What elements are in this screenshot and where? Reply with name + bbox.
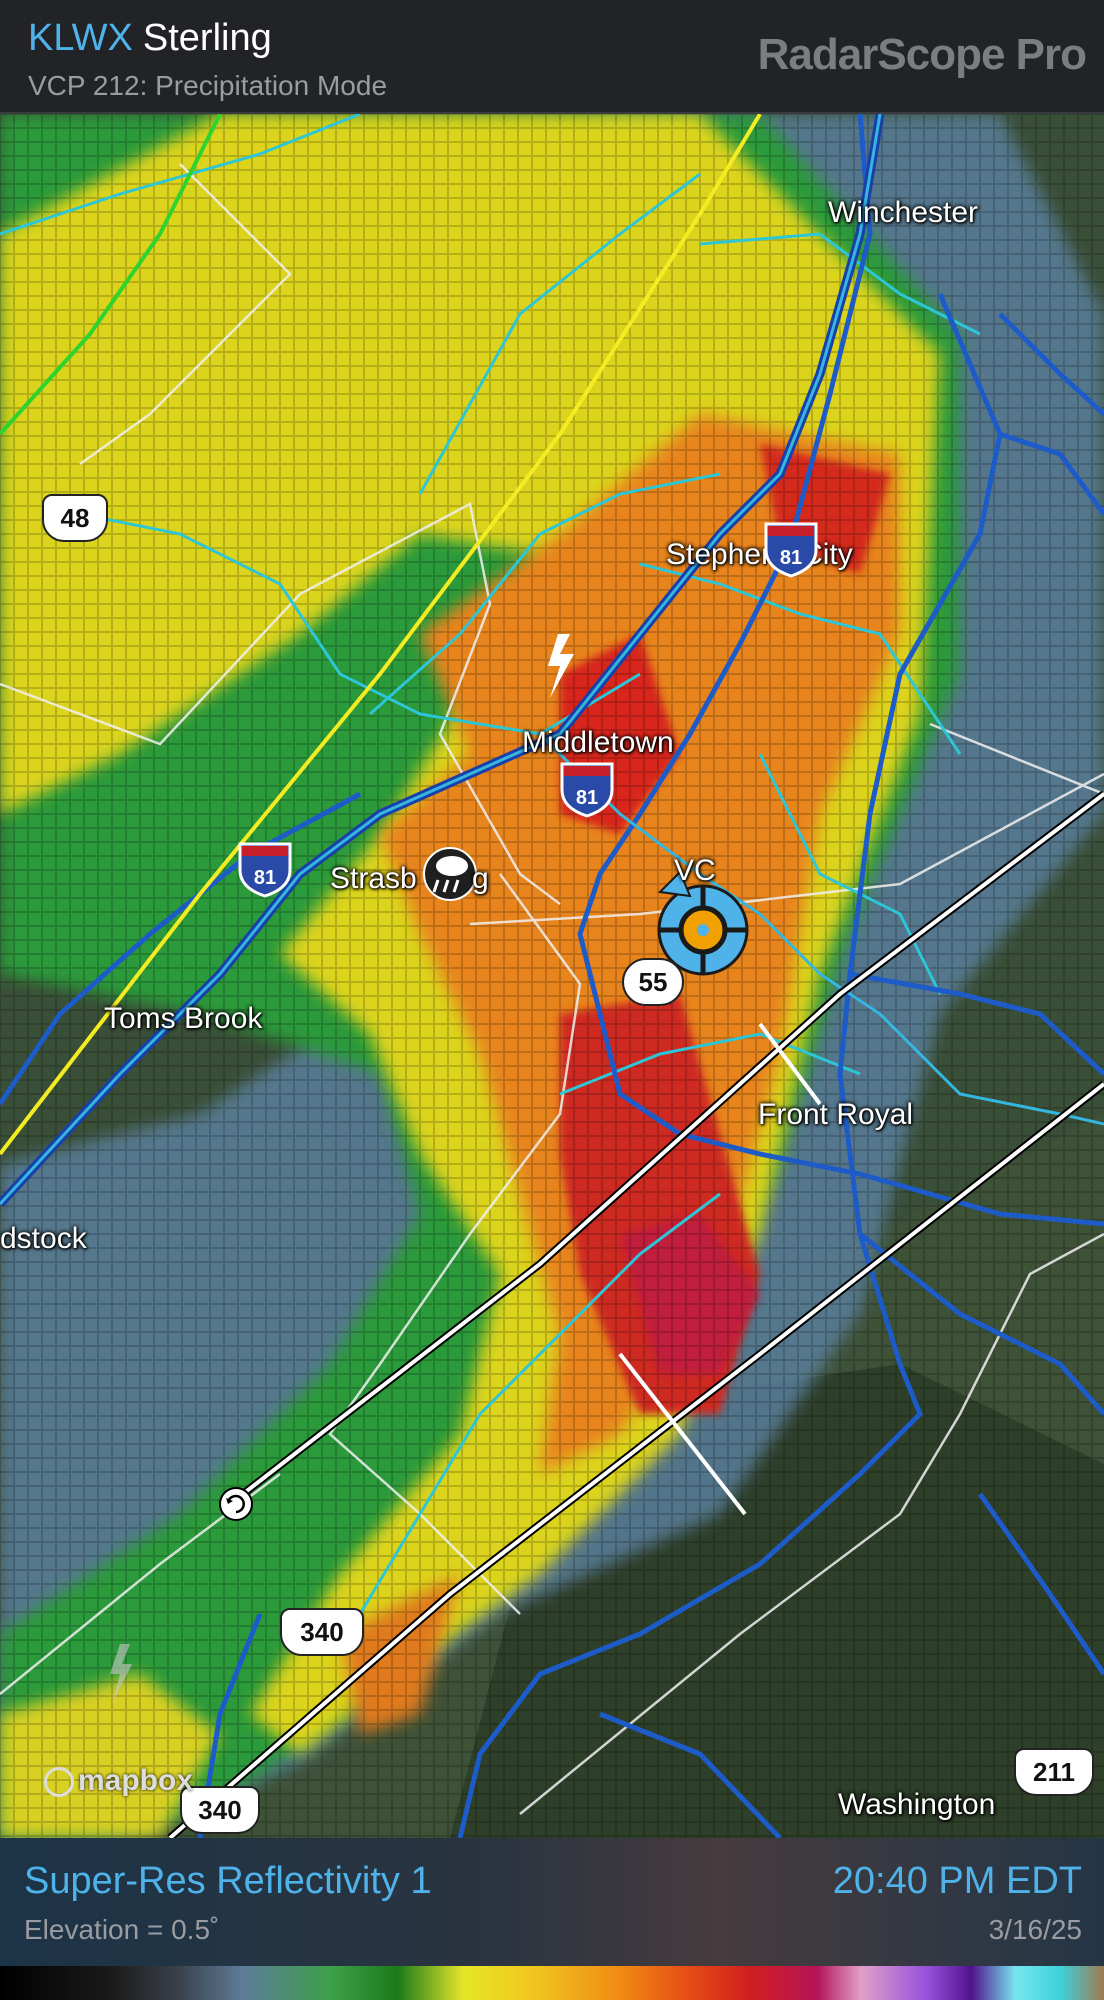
reflectivity-color-scale: [0, 1966, 1104, 2000]
city-label-winchester: Winchester: [828, 196, 979, 229]
elevation-angle: Elevation = 0.5˚: [24, 1914, 220, 1945]
i81-shield-stephens-city: 81: [762, 520, 820, 578]
va55-shield: 55: [622, 958, 684, 1006]
i81-shield-strasburg: 81: [236, 840, 294, 898]
refresh-icon[interactable]: [219, 1487, 253, 1521]
city-label-washington: Washington: [838, 1788, 996, 1821]
city-label-front-royal: Front Royal: [758, 1098, 914, 1131]
city-label-stephens-city: Stephens City: [666, 538, 853, 571]
city-label-woodstock: dstock: [0, 1222, 87, 1255]
vcp-mode: VCP 212: Precipitation Mode: [28, 70, 388, 101]
city-label-middletown: Middletown: [522, 726, 674, 759]
svg-text:81: 81: [254, 867, 276, 889]
i81-shield-middletown: 81: [558, 760, 616, 818]
svg-text:81: 81: [576, 787, 598, 809]
city-label-toms-brook: Toms Brook: [104, 1002, 263, 1035]
partial-map-label: VC: [674, 854, 716, 887]
app-logo: RadarScope Pro: [757, 30, 1087, 79]
mapbox-logo-icon: [44, 1767, 74, 1798]
us211-shield: 211: [1014, 1748, 1094, 1796]
product-name[interactable]: Super-Res Reflectivity 1: [24, 1860, 432, 1903]
mapbox-attribution[interactable]: mapbox: [44, 1764, 193, 1798]
radar-station[interactable]: KLWX Sterling: [28, 16, 272, 60]
top-bar: KLWX Sterling VCP 212: Precipitation Mode…: [0, 0, 1104, 114]
storm-rain-icon[interactable]: [423, 847, 477, 901]
city-label-strasburg-tail: g: [472, 862, 489, 895]
scan-time: 20:40 PM EDT: [832, 1860, 1082, 1902]
us48-shield: 48: [42, 494, 108, 542]
scan-date: 3/16/25: [988, 1914, 1082, 1945]
us340-shield: 340: [280, 1608, 364, 1656]
svg-text:81: 81: [780, 547, 802, 569]
city-label-strasburg: Strasb: [330, 862, 417, 895]
radar-imagery: [0, 114, 1104, 1838]
product-bar[interactable]: Super-Res Reflectivity 1 Elevation = 0.5…: [0, 1838, 1104, 2000]
station-code: KLWX: [28, 17, 133, 59]
station-city: Sterling: [142, 17, 272, 59]
radar-map[interactable]: Winchester Stephens City Middletown Stra…: [0, 114, 1104, 1838]
